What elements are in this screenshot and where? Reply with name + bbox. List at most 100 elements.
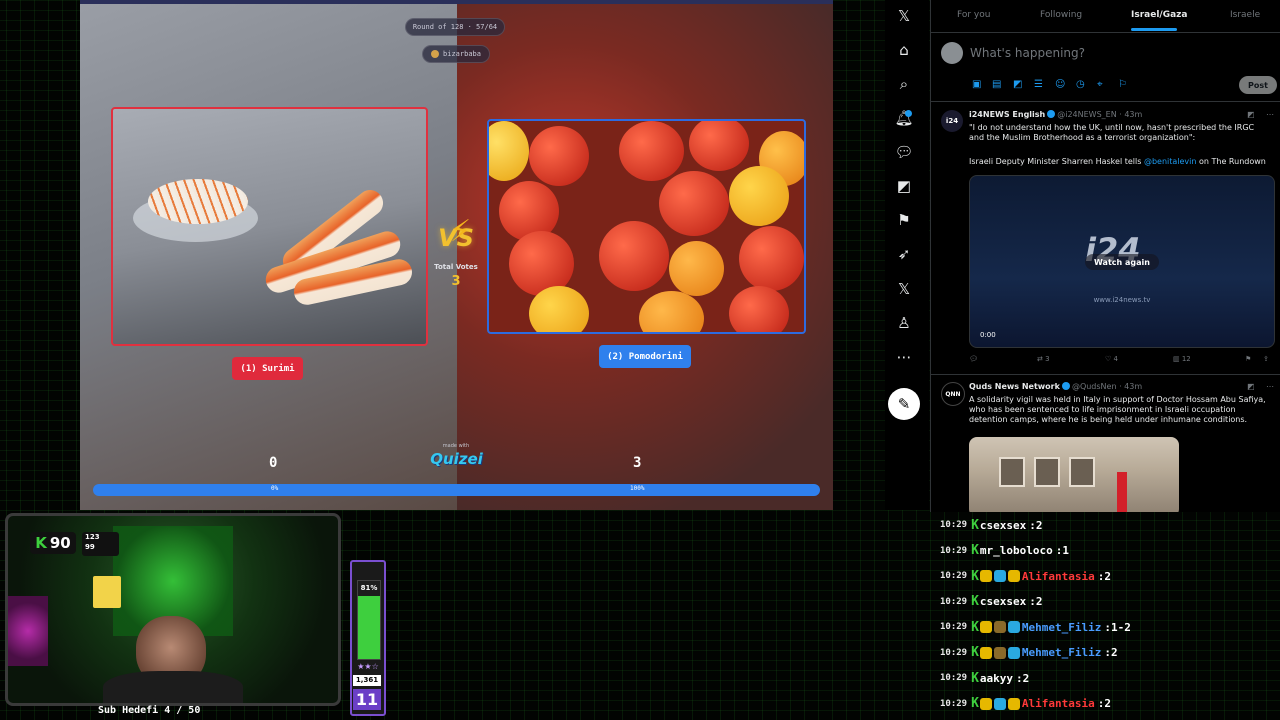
- profile-icon[interactable]: ♙: [895, 314, 913, 332]
- gif-icon[interactable]: ▤: [992, 79, 1001, 90]
- grok-tweet-icon[interactable]: ◩: [1247, 110, 1255, 119]
- chat-username[interactable]: Mehmet_Filiz: [1022, 621, 1101, 634]
- post-button[interactable]: Post: [1239, 76, 1277, 94]
- home-icon[interactable]: ⌂: [895, 41, 913, 59]
- kick-badge-icon: K: [971, 645, 979, 660]
- cam-warning-sign: [93, 576, 121, 608]
- chat-badge-icon: [979, 621, 992, 633]
- score-left: 0: [269, 455, 278, 471]
- tab-israel-gaza[interactable]: Israel/Gaza: [1131, 10, 1187, 20]
- tweet-more-icon[interactable]: ⋯: [1266, 110, 1274, 119]
- tweet-author[interactable]: i24NEWS English: [969, 110, 1045, 119]
- option-card-left[interactable]: [111, 107, 428, 346]
- chat-username[interactable]: Alifantasia: [1022, 697, 1095, 710]
- x-logo-icon[interactable]: 𝕏: [895, 7, 913, 25]
- hype-meter: 81% ★★☆ 1,361 11: [350, 560, 386, 716]
- search-icon[interactable]: ⌕: [895, 75, 913, 93]
- chat-text: 2: [1104, 569, 1112, 583]
- tab-following[interactable]: Following: [1040, 10, 1082, 20]
- share-icon[interactable]: ⇪: [1263, 355, 1269, 363]
- messages-icon[interactable]: 💬︎: [894, 143, 913, 161]
- grok-tool-icon[interactable]: ◩: [1013, 79, 1022, 90]
- chat-username[interactable]: csexsex: [980, 519, 1026, 532]
- option-label-right[interactable]: (2) Pomodorini: [599, 345, 691, 368]
- chat-username[interactable]: mr_loboloco: [980, 544, 1053, 557]
- kick-score-value: 90: [49, 534, 71, 552]
- chat-timestamp: 10:29: [940, 622, 968, 632]
- chat-message: 10:29 Kcsexsex: 2: [940, 592, 1043, 612]
- compose-input[interactable]: What's happening?: [970, 46, 1085, 60]
- option-label-left[interactable]: (1) Surimi: [232, 357, 303, 380]
- tweet-avatar[interactable]: i24: [941, 110, 963, 132]
- chat-text: 1: [1062, 544, 1070, 557]
- lightning-icon: ⚡: [450, 214, 472, 249]
- tweet-handle[interactable]: @i24NEWS_EN · 43m: [1057, 110, 1142, 119]
- chat-username[interactable]: csexsex: [980, 595, 1026, 608]
- chat-badge-icon: [993, 697, 1006, 710]
- chat-text: 2: [1104, 697, 1112, 710]
- chat-separator: :: [1029, 518, 1036, 532]
- compose-icon[interactable]: ✎: [888, 388, 920, 420]
- emoji-icon[interactable]: ☺: [1055, 79, 1065, 90]
- tweet-text: "I do not understand how the UK, until n…: [969, 123, 1255, 142]
- poll-icon[interactable]: ☰: [1034, 79, 1043, 90]
- mention-link[interactable]: @benitalevin: [1144, 157, 1197, 166]
- progress-left-label: 0%: [271, 485, 279, 492]
- premium-x-icon[interactable]: 𝕏: [895, 280, 913, 298]
- watch-again-button[interactable]: Watch again: [1085, 254, 1159, 270]
- chat-username[interactable]: aakyy: [980, 672, 1013, 685]
- chat-message: 10:29 K Alifantasia: 2: [940, 694, 1111, 714]
- tweet-avatar[interactable]: QNN: [941, 382, 965, 406]
- kick-score: K 90: [30, 532, 76, 554]
- hype-meter-percent: 81%: [360, 584, 378, 592]
- tweet-photo[interactable]: [969, 437, 1179, 512]
- cam-pink-light: [8, 596, 48, 666]
- photo-detail: [1034, 457, 1060, 487]
- chat-badge-icon: [1007, 697, 1020, 710]
- views-button[interactable]: ▥ 12: [1173, 355, 1191, 363]
- reply-icon[interactable]: 💬︎: [969, 355, 978, 363]
- jobs-icon[interactable]: ➶: [895, 245, 913, 263]
- hype-meter-level: 11: [353, 689, 381, 710]
- grok-tweet-icon[interactable]: ◩: [1247, 382, 1255, 391]
- tab-israele[interactable]: Israele: [1230, 10, 1260, 20]
- chat-timestamp: 10:29: [940, 647, 968, 658]
- chat-text: 2: [1111, 646, 1118, 659]
- chat-message: 10:29 K Mehmet_Filiz: 1-2: [940, 617, 1131, 637]
- kick-badge-icon: K: [971, 696, 979, 711]
- host-user-pill: bizarbaba: [422, 45, 490, 63]
- user-avatar[interactable]: [941, 42, 963, 64]
- location-icon[interactable]: ⌖: [1097, 79, 1103, 90]
- tweet-header: i24NEWS English @i24NEWS_EN · 43m: [969, 110, 1142, 119]
- chat-username[interactable]: Alifantasia: [1022, 570, 1095, 583]
- chat-timestamp: 10:29: [940, 596, 968, 607]
- chat-badge-icon: [993, 646, 1006, 659]
- tab-for-you[interactable]: For you: [957, 10, 990, 20]
- flag-icon[interactable]: ⚐: [1118, 79, 1127, 90]
- media-icon[interactable]: ▣: [972, 79, 981, 90]
- option-card-right[interactable]: [487, 119, 806, 334]
- grok-icon[interactable]: ◩: [895, 177, 913, 195]
- schedule-icon[interactable]: ◷: [1076, 79, 1085, 90]
- chat-text: 1-2: [1111, 620, 1131, 634]
- game-top-bar: [80, 0, 833, 4]
- more-icon[interactable]: ⋯: [895, 348, 913, 366]
- tweet-text-part: on The Rundown: [1196, 157, 1266, 166]
- like-button[interactable]: ♡ 4: [1105, 355, 1118, 363]
- tweet-more-icon[interactable]: ⋯: [1266, 382, 1274, 391]
- tomato: [729, 166, 789, 226]
- tweet-header: Quds News Network @QudsNen · 43m: [969, 382, 1142, 391]
- bookmark-icon[interactable]: ⚑: [1245, 355, 1251, 363]
- tweet-author[interactable]: Quds News Network: [969, 382, 1060, 391]
- tomato: [659, 171, 729, 236]
- retweet-button[interactable]: ⇄ 3: [1037, 355, 1050, 363]
- bookmarks-icon[interactable]: ⚑: [895, 211, 913, 229]
- kick-logo-icon: K: [35, 534, 47, 552]
- host-avatar: [431, 50, 440, 58]
- tweet-video[interactable]: i24 Watch again www.i24news.tv 0:00: [969, 175, 1275, 348]
- chat-username[interactable]: Mehmet_Filiz: [1022, 646, 1101, 659]
- chat-message: 10:29 Kmr_loboloco: 1: [940, 541, 1069, 561]
- tweet-handle[interactable]: @QudsNen · 43m: [1072, 382, 1142, 391]
- stream-chat: 10:29 Kcsexsex: 2 10:29 Kmr_loboloco: 1 10:2…: [940, 515, 1280, 720]
- tomato: [639, 291, 704, 332]
